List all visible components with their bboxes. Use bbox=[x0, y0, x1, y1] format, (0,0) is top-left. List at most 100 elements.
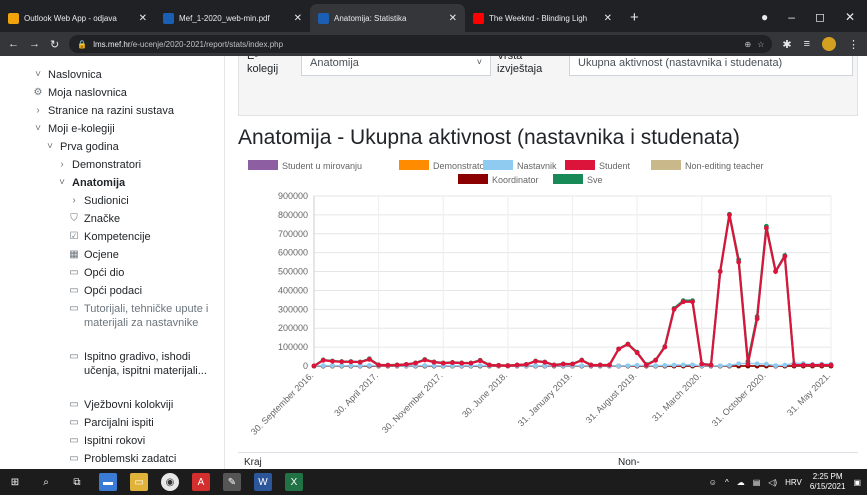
browser-tab-3[interactable]: The Weeknd - Blinding Ligh ✕ bbox=[465, 4, 620, 32]
report-type-label: Vrsta izvještaja bbox=[497, 56, 543, 75]
sidebar-item-ocjene[interactable]: ▦ Ocjene bbox=[68, 248, 220, 262]
sidebar-item-problemski[interactable]: ▭ Problemski zadatci bbox=[68, 452, 220, 466]
tab-favicon-icon bbox=[163, 12, 174, 24]
sidebar-item-label: Vježbovni kolokviji bbox=[84, 399, 174, 411]
forward-icon[interactable]: → bbox=[29, 38, 40, 50]
y-tick-label: 100000 bbox=[278, 342, 308, 352]
sidebar-item-kompetencije[interactable]: ☑ Kompetencije bbox=[68, 230, 220, 244]
close-tab-icon[interactable]: ✕ bbox=[604, 13, 612, 24]
search-icon[interactable]: ⌕ bbox=[37, 473, 55, 491]
sidebar-item-vježbovni[interactable]: ▭ Vježbovni kolokviji bbox=[68, 398, 220, 412]
word-icon[interactable]: W bbox=[254, 473, 272, 491]
data-point bbox=[607, 362, 612, 368]
sidebar-item-moji[interactable]: ˅ Moji e-kolegiji bbox=[32, 122, 220, 136]
task-view-icon[interactable]: ⧉ bbox=[68, 473, 86, 491]
sidebar-item-naslovnica[interactable]: ˅ Naslovnica bbox=[32, 68, 220, 82]
sidebar-item-ispitno[interactable]: ▭ Ispitno gradivo, ishodi učenja, ispitni… bbox=[68, 350, 220, 378]
chrome-icon[interactable]: ◉ bbox=[161, 473, 179, 491]
volume-icon[interactable]: ◁) bbox=[768, 478, 777, 487]
reload-icon[interactable]: ↻ bbox=[50, 38, 59, 51]
browser-toolbar: ← → ↻ 🔒 lms.mef.hr/e-ucenje/2020-2021/re… bbox=[0, 32, 867, 56]
minimize-icon[interactable]: – bbox=[788, 10, 795, 24]
sidebar-item-moja[interactable]: ⚙ Moja naslovnica bbox=[32, 86, 220, 100]
x-tick-label: 31. October 2020. bbox=[710, 370, 768, 428]
data-point bbox=[662, 344, 668, 350]
sidebar-item-prva[interactable]: ˅ Prva godina bbox=[44, 140, 220, 154]
browser-tab-0[interactable]: Outlook Web App - odjava ✕ bbox=[0, 4, 155, 32]
reading-list-icon[interactable]: ≡ bbox=[804, 38, 810, 50]
sidebar-item-tutorijali[interactable]: ▭ Tutorijali, tehničke upute i materijali… bbox=[68, 302, 220, 330]
sidebar-item-opći[interactable]: ▭ Opći podaci bbox=[68, 284, 220, 298]
avatar[interactable] bbox=[822, 37, 836, 51]
table-header-row: Kraj Non- bbox=[238, 452, 858, 469]
report-type-select[interactable]: Ukupna aktivnost (nastavnika i studenata… bbox=[569, 56, 853, 76]
data-point bbox=[782, 254, 788, 259]
shield-icon: ⛉ bbox=[70, 213, 78, 224]
x-tick-label: 30. April 2017. bbox=[332, 370, 380, 418]
data-point bbox=[376, 362, 382, 368]
close-tab-icon[interactable]: ✕ bbox=[294, 13, 302, 24]
bookmark-star-icon[interactable]: ☆ bbox=[757, 40, 764, 49]
close-tab-icon[interactable]: ✕ bbox=[449, 13, 457, 24]
data-point bbox=[330, 363, 335, 369]
data-point bbox=[800, 362, 806, 368]
legend-label: Student u mirovanju bbox=[282, 161, 362, 171]
y-tick-label: 600000 bbox=[278, 248, 308, 258]
data-point bbox=[643, 362, 649, 368]
address-bar[interactable]: 🔒 lms.mef.hr/e-ucenje/2020-2021/report/s… bbox=[69, 35, 773, 53]
sidebar-item-label: Značke bbox=[84, 213, 121, 225]
data-point bbox=[450, 360, 455, 365]
sidebar-item-label: Ispitni rokovi bbox=[84, 435, 146, 447]
close-window-icon[interactable]: ✕ bbox=[845, 10, 855, 24]
mail-app-icon[interactable]: ▬ bbox=[99, 473, 117, 491]
zoom-icon[interactable]: ⊕ bbox=[744, 40, 751, 49]
data-point bbox=[791, 362, 797, 368]
activity-line-chart: Student u mirovanju Demonstrator Nastavnik… bbox=[248, 160, 834, 437]
cloud-icon[interactable]: ☁ bbox=[737, 478, 745, 487]
course-select[interactable]: Anatomija ˅ bbox=[301, 56, 491, 76]
data-point bbox=[690, 299, 695, 305]
clock[interactable]: 2:25 PM 6/15/2021 bbox=[810, 472, 846, 492]
profile-icon[interactable]: ● bbox=[761, 10, 768, 24]
url-host: lms.mef.hr bbox=[93, 39, 131, 49]
sidebar-item-demonstratori[interactable]: › Demonstratori bbox=[56, 158, 220, 172]
pdf-reader-icon[interactable]: A bbox=[192, 473, 210, 491]
data-point bbox=[634, 350, 640, 356]
extensions-icon[interactable]: ✱ bbox=[782, 38, 791, 51]
data-point bbox=[727, 363, 732, 368]
close-tab-icon[interactable]: ✕ bbox=[139, 13, 147, 24]
data-point bbox=[468, 360, 474, 366]
x-tick-label: 30. September 2016. bbox=[249, 370, 316, 437]
sidebar-item-anatomija[interactable]: ˅ Anatomija bbox=[56, 176, 220, 190]
course-select-value: Anatomija bbox=[310, 57, 359, 69]
tray-chevron-icon[interactable]: ^ bbox=[725, 478, 729, 487]
folder-icon: ▭ bbox=[69, 435, 79, 446]
menu-icon[interactable]: ⋮ bbox=[848, 38, 859, 51]
windows-start-icon[interactable]: ⊞ bbox=[6, 473, 24, 491]
sidebar-item-parcijalni[interactable]: ▭ Parcijalni ispiti bbox=[68, 416, 220, 430]
data-point bbox=[671, 306, 677, 312]
browser-tab-2[interactable]: Anatomija: Statistika ✕ bbox=[310, 4, 465, 32]
new-tab-button[interactable]: + bbox=[620, 9, 649, 32]
notifications-icon[interactable]: ▣ bbox=[853, 478, 861, 487]
sidebar-item-ispitni[interactable]: ▭ Ispitni rokovi bbox=[68, 434, 220, 448]
x-tick-label: 30. June 2018. bbox=[460, 370, 509, 419]
data-point bbox=[597, 362, 603, 368]
sidebar-item-sudionici[interactable]: › Sudionici bbox=[68, 194, 220, 208]
maximize-icon[interactable]: ◻ bbox=[815, 10, 825, 24]
sidebar-item-stranice[interactable]: › Stranice na razini sustava bbox=[32, 104, 220, 118]
browser-tab-1[interactable]: Mef_1-2020_web-min.pdf ✕ bbox=[155, 4, 310, 32]
back-icon[interactable]: ← bbox=[8, 38, 19, 50]
report-type-select-value: Ukupna aktivnost (nastavnika i studenata… bbox=[578, 57, 783, 69]
network-icon[interactable]: ▤ bbox=[753, 478, 761, 487]
data-point bbox=[348, 359, 354, 365]
paint-icon[interactable]: ✎ bbox=[223, 473, 241, 491]
tab-title: Anatomija: Statistika bbox=[334, 13, 407, 23]
sidebar-item-opći[interactable]: ▭ Opći dio bbox=[68, 266, 220, 280]
data-point bbox=[782, 362, 788, 368]
people-icon[interactable]: ☺ bbox=[709, 478, 717, 487]
sidebar-item-značke[interactable]: ⛉ Značke bbox=[68, 212, 220, 226]
file-explorer-icon[interactable]: ▭ bbox=[130, 473, 148, 491]
language-indicator[interactable]: HRV bbox=[785, 478, 802, 487]
excel-icon[interactable]: X bbox=[285, 473, 303, 491]
